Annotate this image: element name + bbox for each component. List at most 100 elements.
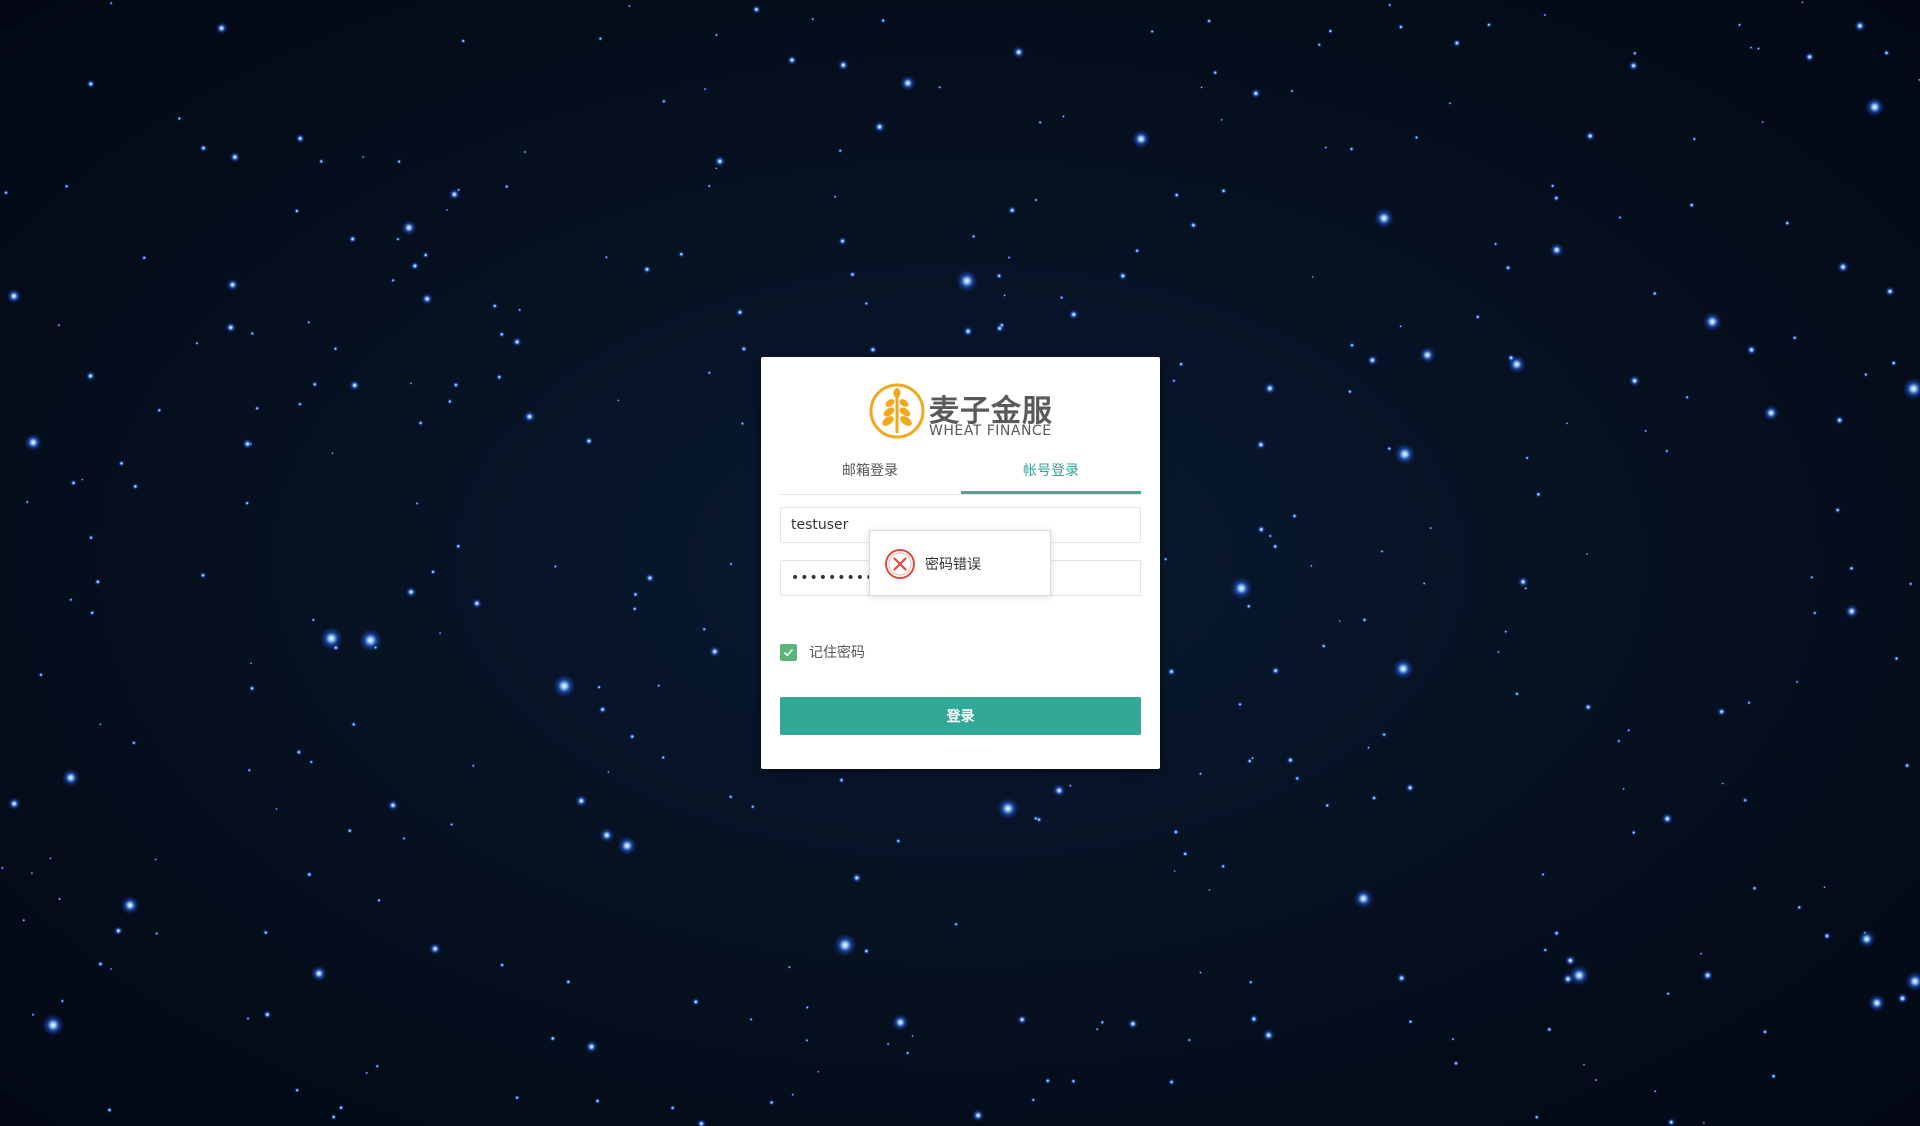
star bbox=[1684, 394, 1690, 400]
star bbox=[57, 323, 61, 328]
star bbox=[1309, 564, 1314, 568]
star bbox=[68, 597, 74, 602]
star bbox=[1407, 1018, 1414, 1025]
star bbox=[1908, 581, 1914, 587]
star bbox=[215, 22, 228, 35]
star bbox=[1255, 439, 1266, 450]
star bbox=[346, 827, 353, 834]
star bbox=[390, 277, 396, 283]
star bbox=[1721, 781, 1725, 786]
star bbox=[1883, 49, 1890, 57]
star bbox=[85, 371, 96, 381]
remember-checkbox[interactable] bbox=[780, 644, 797, 661]
star bbox=[401, 836, 407, 841]
star bbox=[1549, 183, 1556, 189]
brand-name-en: WHEAT FINANCE bbox=[929, 423, 1052, 439]
star bbox=[1208, 888, 1211, 892]
star bbox=[1398, 324, 1403, 329]
star bbox=[1366, 745, 1371, 750]
star bbox=[1033, 815, 1039, 822]
star bbox=[849, 271, 856, 278]
star bbox=[430, 568, 436, 575]
star bbox=[332, 346, 339, 352]
star bbox=[1796, 904, 1803, 911]
star bbox=[491, 302, 498, 310]
star bbox=[373, 645, 379, 651]
error-toast: 密码错误 bbox=[869, 530, 1051, 596]
star bbox=[1392, 658, 1414, 680]
star bbox=[294, 1087, 300, 1093]
star bbox=[86, 79, 96, 89]
star bbox=[1294, 775, 1301, 782]
star bbox=[1504, 264, 1512, 272]
star bbox=[1542, 947, 1549, 953]
star bbox=[1052, 784, 1066, 797]
star bbox=[365, 1071, 369, 1075]
star bbox=[1653, 1089, 1657, 1093]
star bbox=[395, 236, 401, 242]
star bbox=[1230, 577, 1253, 600]
star bbox=[1386, 445, 1393, 452]
star bbox=[1220, 118, 1224, 122]
star bbox=[1405, 783, 1415, 793]
wheat-logo-icon bbox=[869, 383, 925, 439]
star bbox=[584, 436, 594, 446]
star bbox=[1173, 191, 1180, 199]
tab-email-login[interactable]: 邮箱登录 bbox=[780, 454, 960, 494]
star bbox=[1896, 992, 1909, 1005]
star bbox=[1751, 885, 1758, 892]
star bbox=[1379, 549, 1385, 554]
star bbox=[1422, 581, 1427, 586]
star bbox=[1809, 575, 1815, 580]
star bbox=[1666, 1117, 1676, 1126]
star bbox=[837, 59, 849, 71]
star bbox=[330, 451, 334, 455]
star bbox=[89, 609, 96, 616]
star bbox=[1178, 361, 1185, 368]
star bbox=[1630, 829, 1637, 836]
star bbox=[409, 381, 413, 386]
star bbox=[911, 1034, 915, 1038]
star bbox=[873, 121, 886, 133]
star bbox=[1664, 448, 1670, 454]
star bbox=[1699, 951, 1703, 956]
star bbox=[438, 631, 442, 635]
star bbox=[387, 799, 399, 811]
star bbox=[337, 1104, 345, 1111]
star bbox=[523, 410, 536, 423]
star bbox=[1320, 643, 1327, 649]
star bbox=[421, 292, 434, 305]
star bbox=[597, 36, 604, 42]
tab-account-login[interactable]: 帐号登录 bbox=[961, 454, 1141, 494]
star bbox=[48, 856, 53, 860]
star bbox=[1059, 295, 1064, 300]
star bbox=[838, 776, 845, 784]
star bbox=[21, 918, 26, 923]
star bbox=[709, 645, 721, 658]
star bbox=[6, 288, 22, 304]
star bbox=[1643, 429, 1648, 433]
star bbox=[1452, 1060, 1460, 1067]
star bbox=[1493, 241, 1498, 247]
star bbox=[523, 150, 527, 154]
star bbox=[1007, 255, 1011, 260]
login-button[interactable]: 登录 bbox=[780, 697, 1141, 735]
star bbox=[728, 561, 734, 567]
star bbox=[332, 644, 340, 652]
star bbox=[696, 1118, 707, 1126]
star bbox=[594, 1097, 601, 1105]
star bbox=[1256, 525, 1266, 534]
star bbox=[113, 926, 124, 936]
star bbox=[598, 705, 607, 714]
star bbox=[1594, 1078, 1598, 1082]
star bbox=[1756, 46, 1761, 51]
star bbox=[330, 1113, 337, 1121]
star bbox=[1070, 1078, 1077, 1085]
error-message: 密码错误 bbox=[925, 557, 981, 573]
star bbox=[293, 208, 300, 214]
star bbox=[1546, 1026, 1553, 1033]
star bbox=[863, 947, 870, 955]
star bbox=[1770, 1073, 1777, 1080]
star bbox=[141, 254, 147, 261]
star bbox=[900, 75, 916, 91]
